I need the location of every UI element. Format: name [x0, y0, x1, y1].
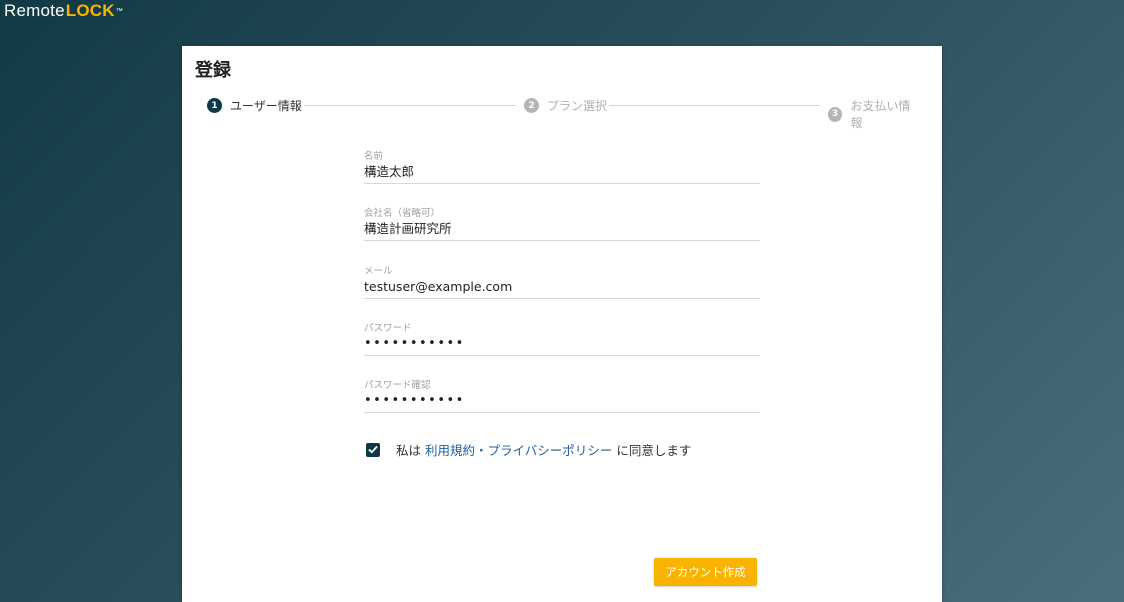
step-number-2: 2	[524, 98, 539, 113]
agreement-suffix: に同意します	[616, 443, 692, 458]
password-input[interactable]: •••••••••••	[364, 333, 760, 356]
password-field: パスワード •••••••••••	[364, 320, 760, 356]
step-label-3: お支払い情報	[850, 99, 911, 130]
password-confirm-label: パスワード確認	[364, 380, 431, 391]
name-field: 名前 構造太郎	[364, 148, 760, 184]
step-connector	[609, 105, 820, 106]
step-connector	[304, 105, 516, 106]
step-payment-info: 3 お支払い情報	[828, 97, 919, 131]
create-account-button[interactable]: アカウント作成	[654, 558, 757, 586]
email-input[interactable]: testuser@example.com	[364, 276, 760, 299]
name-input[interactable]: 構造太郎	[364, 161, 760, 184]
logo-text: Remote	[4, 1, 65, 20]
logo-brand-text: LOCK	[65, 1, 115, 20]
step-user-info: 1 ユーザー情報	[207, 97, 302, 114]
agreement-prefix: 私は	[396, 443, 422, 458]
company-field: 会社名（省略可） 構造計画研究所	[364, 205, 760, 241]
step-number-1: 1	[207, 98, 222, 113]
remotelock-logo: Remote LOCK ™	[4, 0, 123, 22]
terms-link[interactable]: 利用規約	[425, 440, 475, 459]
registration-card: 登録 1 ユーザー情報 2 プラン選択 3 お支払い情報 名前 構造太郎 会社名…	[182, 46, 942, 602]
password-label: パスワード	[364, 323, 412, 334]
company-label: 会社名（省略可）	[364, 208, 441, 219]
step-plan-select: 2 プラン選択	[524, 97, 607, 114]
agreement-row: 私は 利用規約 ・ プライバシーポリシー に同意します	[366, 440, 691, 459]
name-label: 名前	[364, 151, 384, 162]
page-title: 登録	[195, 60, 231, 81]
privacy-policy-link[interactable]: プライバシーポリシー	[488, 440, 613, 459]
logo-trademark: ™	[115, 7, 123, 15]
agreement-checkbox[interactable]	[366, 442, 380, 457]
company-input[interactable]: 構造計画研究所	[364, 218, 760, 241]
stepper: 1 ユーザー情報 2 プラン選択 3 お支払い情報	[207, 97, 919, 130]
email-label: メール	[364, 266, 393, 277]
separator: ・	[475, 443, 488, 458]
password-confirm-input[interactable]: •••••••••••	[364, 390, 760, 413]
email-field: メール testuser@example.com	[364, 263, 760, 299]
password-confirm-field: パスワード確認 •••••••••••	[364, 377, 760, 413]
step-number-3: 3	[828, 106, 843, 122]
checkmark-icon	[368, 445, 378, 454]
step-label-1: ユーザー情報	[230, 99, 302, 113]
step-label-2: プラン選択	[547, 99, 608, 113]
